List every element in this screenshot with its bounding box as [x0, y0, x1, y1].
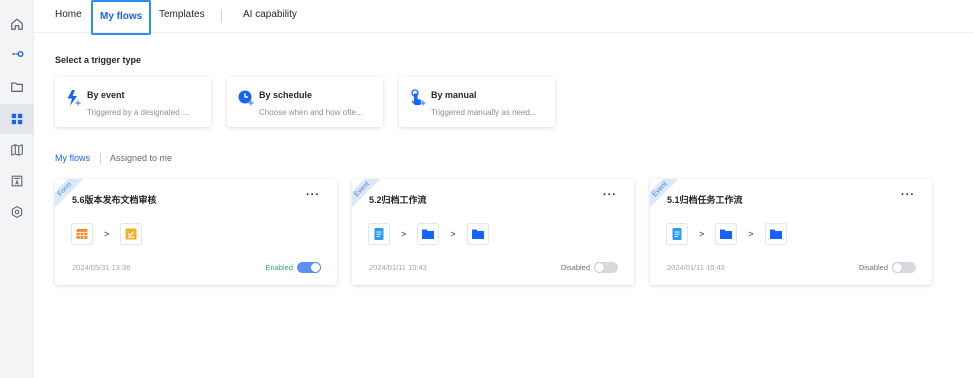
toggle-knob: [310, 262, 321, 273]
folder-icon: [471, 229, 484, 239]
flow-enable-toggle[interactable]: [297, 262, 321, 273]
subtab-assigned-to-me[interactable]: Assigned to me: [110, 153, 172, 163]
flow-card[interactable]: Event 5.1归档任务工作流 ··· > > 2024/01/11 10:4…: [650, 179, 932, 285]
toggle-knob: [594, 262, 605, 273]
flow-status: Disabled: [858, 263, 888, 272]
text-doc-icon: [11, 175, 23, 187]
rail-text-doc[interactable]: [0, 166, 34, 196]
trigger-card-event[interactable]: By event Triggered by a designated ...: [55, 77, 211, 127]
trigger-desc: Triggered by a designated ...: [87, 108, 189, 117]
rail-folder[interactable]: [0, 72, 34, 102]
flow-nodes: >: [71, 223, 143, 245]
flow-card[interactable]: Form 5.6版本发布文档审核 ··· > 2024/05/31 13:36 …: [55, 179, 337, 285]
flow-status: Disabled: [560, 263, 590, 272]
flow-enable-toggle[interactable]: [594, 262, 618, 273]
tab-home[interactable]: Home: [55, 0, 82, 33]
trigger-name: By manual: [431, 90, 477, 100]
flow-nodes: > >: [666, 223, 787, 245]
trigger-card-manual[interactable]: By manual Triggered manually as need...: [399, 77, 555, 127]
flow-name: 5.6版本发布文档审核: [72, 195, 157, 205]
trigger-card-schedule[interactable]: By schedule Choose when and how ofte...: [227, 77, 383, 127]
flow-arrow: >: [450, 229, 456, 239]
approval-icon: [125, 228, 137, 240]
clock-icon: [238, 90, 254, 106]
subtab-divider: [100, 153, 101, 164]
flow-node: [466, 223, 489, 245]
left-rail: [0, 0, 34, 378]
flow-name: 5.2归档工作流: [369, 195, 427, 205]
nav-divider: [221, 10, 222, 22]
rail-hexagon[interactable]: [0, 197, 34, 227]
folder-icon: [11, 82, 23, 92]
flow-date: 2024/01/11 10:43: [667, 263, 725, 272]
flow-node: [666, 223, 688, 245]
flow-node: [417, 223, 440, 245]
document-icon: [374, 228, 384, 240]
more-options-button[interactable]: ···: [306, 189, 320, 201]
grid-icon: [11, 113, 23, 125]
flow-status: Enabled: [265, 263, 293, 272]
flow-arrow: >: [699, 229, 705, 239]
flow-card[interactable]: Event 5.2归档工作流 ··· > > 2024/01/11 10:43 …: [352, 179, 634, 285]
tab-my-flows[interactable]: My flows: [91, 0, 152, 35]
more-options-button[interactable]: ···: [901, 189, 915, 201]
trigger-name: By schedule: [259, 90, 313, 100]
flow-node: [368, 223, 390, 245]
toggle-knob: [892, 262, 903, 273]
hand-pointer-icon: [411, 89, 426, 106]
folder-icon: [720, 229, 733, 239]
tab-ai-capability[interactable]: AI capability: [243, 0, 297, 33]
flow-node: [715, 223, 738, 245]
folder-icon: [422, 229, 435, 239]
flow-node: [764, 223, 787, 245]
rail-flow[interactable]: [0, 39, 34, 69]
rail-grid[interactable]: [0, 104, 34, 134]
more-options-button[interactable]: ···: [603, 189, 617, 201]
flow-date: 2024/05/31 13:36: [72, 263, 131, 272]
map-icon: [11, 144, 23, 156]
trigger-name: By event: [87, 90, 125, 100]
trigger-desc: Triggered manually as need...: [431, 108, 537, 117]
flow-node: [71, 223, 93, 245]
flow-arrow: >: [104, 229, 110, 239]
subtab-my-flows[interactable]: My flows: [55, 153, 90, 163]
tab-templates[interactable]: Templates: [159, 0, 205, 33]
flow-nodes: > >: [368, 223, 489, 245]
trigger-desc: Choose when and how ofte...: [259, 108, 363, 117]
flow-enable-toggle[interactable]: [892, 262, 916, 273]
flow-arrow: >: [401, 229, 407, 239]
flow-name: 5.1归档任务工作流: [667, 195, 743, 205]
flow-node: [120, 223, 143, 245]
home-icon: [11, 18, 23, 30]
document-icon: [672, 228, 682, 240]
rail-map[interactable]: [0, 135, 34, 165]
folder-icon: [769, 229, 782, 239]
lightning-icon: [67, 90, 81, 106]
top-nav: Home My flows Templates AI capability: [34, 0, 974, 35]
flow-icon: [12, 51, 24, 57]
rail-home[interactable]: [0, 9, 34, 39]
table-icon: [76, 229, 88, 239]
hexagon-icon: [11, 206, 23, 218]
trigger-section-title: Select a trigger type: [55, 55, 142, 65]
flow-date: 2024/01/11 10:43: [369, 263, 427, 272]
flow-arrow: >: [748, 229, 754, 239]
